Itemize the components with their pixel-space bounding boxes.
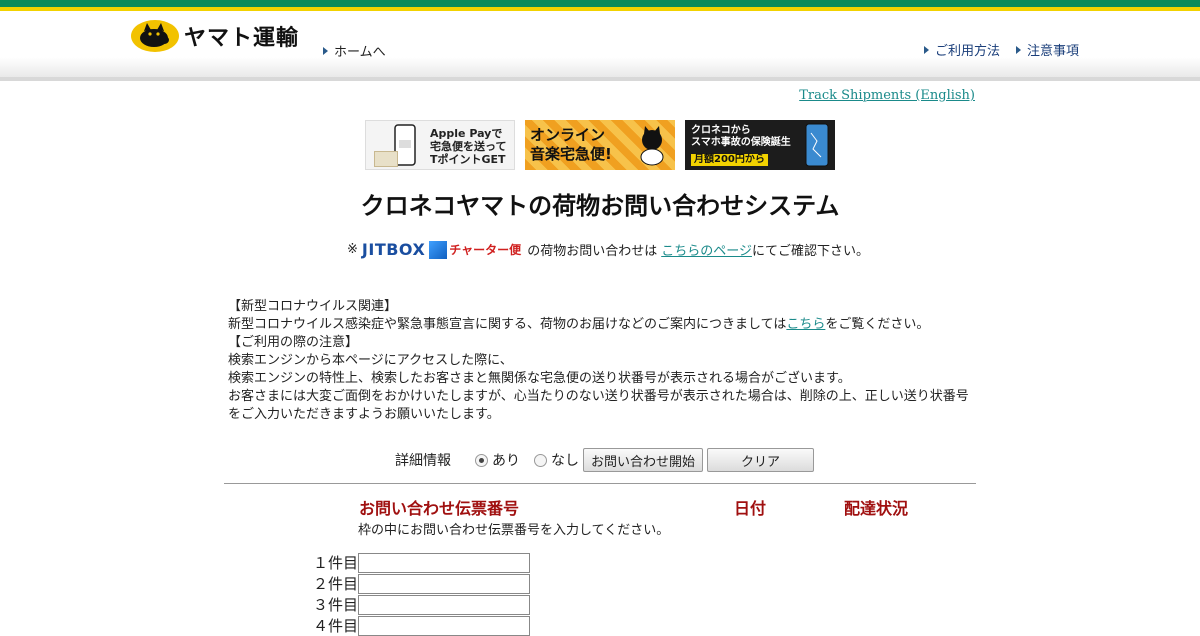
tracking-number-input-4[interactable] <box>358 615 530 636</box>
covid-text-before: 新型コロナウイルス感染症や緊急事態宣言に関する、荷物のお届けなどのご案内につきま… <box>228 317 787 332</box>
tracking-row: ３件目 <box>310 594 530 615</box>
banner-smartphone-insurance[interactable]: クロネコから スマホ事故の保険誕生 月額200円から <box>685 120 835 170</box>
clear-button[interactable]: クリア <box>707 448 814 472</box>
caution-text: お客さまには大変ご面倒をおかけいたしますが、心当たりのない送り状番号が表示された… <box>228 389 969 404</box>
home-link-label: ホームへ <box>334 45 386 60</box>
row-label: ２件目 <box>312 575 358 593</box>
banner-text: TポイントGET <box>430 153 506 166</box>
tracking-number-input-3[interactable] <box>358 594 530 615</box>
banner-price-badge: 月額200円から <box>691 154 768 166</box>
jitbox-page-link[interactable]: こちらのページ <box>661 240 752 259</box>
tracking-row: ４件目 <box>310 615 530 636</box>
detail-info-label: 詳細情報 <box>395 453 451 469</box>
page-title: クロネコヤマトの荷物お問い合わせシステム <box>360 192 840 220</box>
caution-text: 検索エンジンから本ページにアクセスした際に、 <box>228 353 513 368</box>
banner-text: 音楽宅急便! <box>530 145 612 163</box>
start-query-button[interactable]: お問い合わせ開始 <box>583 448 703 472</box>
detail-yes-radio[interactable] <box>475 453 488 467</box>
caution-text: 検索エンジンの特性上、検索したお客さまと無関係な宅急便の送り状番号が表示される場… <box>228 371 851 386</box>
row-label: ３件目 <box>312 596 358 614</box>
black-cat-logo-icon <box>131 20 179 52</box>
tracking-row: １件目 <box>310 552 530 573</box>
row-label: ４件目 <box>312 617 358 635</box>
header-divider <box>0 77 1200 81</box>
banner-apple-pay[interactable]: Apple Payで 宅急便を送って TポイントGET <box>365 120 515 170</box>
banner-text: スマホ事故の保険誕生 <box>691 137 791 148</box>
covid-text-after: をご覧ください。 <box>825 317 930 332</box>
banner-text: オンライン <box>530 126 606 144</box>
detail-no-label: なし <box>551 453 579 469</box>
caution-text: をご入力いただきますようお願いいたします。 <box>228 407 500 422</box>
arrow-right-icon <box>1016 45 1021 54</box>
notes-link[interactable]: 注意事項 <box>1016 40 1079 59</box>
cracked-phone-icon <box>805 123 829 167</box>
caution-heading: 【ご利用の際の注意】 <box>228 335 359 350</box>
covid-info-link[interactable]: こちら <box>786 317 825 332</box>
banner-text: Apple Payで <box>430 127 503 140</box>
covid-heading: 【新型コロナウイルス関連】 <box>228 299 398 314</box>
covid-text: 新型コロナウイルス感染症や緊急事態宣言に関する、荷物のお届けなどのご案内につきま… <box>228 316 988 334</box>
column-header-date: 日付 <box>734 499 767 518</box>
detail-no-radio[interactable] <box>534 453 547 467</box>
logo-text: ヤマト運輸 <box>184 26 300 51</box>
banner-online-music[interactable]: オンライン 音楽宅急便! <box>525 120 675 170</box>
note-mark: ※ <box>347 242 358 257</box>
tracking-number-input-1[interactable] <box>358 552 530 573</box>
track-shipments-english-link[interactable]: Track Shipments (English) <box>799 88 975 103</box>
home-link[interactable]: ホームへ <box>323 41 386 60</box>
jitbox-cube-icon <box>429 240 448 259</box>
jitbox-text: の荷物お問い合わせは <box>527 244 658 259</box>
banner-text: 宅急便を送って <box>430 140 507 153</box>
notice-block: 【新型コロナウイルス関連】 新型コロナウイルス感染症や緊急事態宣言に関する、荷物… <box>228 298 988 424</box>
jitbox-logo: JITBOX <box>361 240 426 259</box>
section-divider <box>224 483 976 484</box>
top-green-stripe <box>0 0 1200 7</box>
input-hint: 枠の中にお問い合わせ伝票番号を入力してください。 <box>358 523 670 538</box>
column-header-status: 配達状況 <box>844 499 909 518</box>
tracking-row: ２件目 <box>310 573 530 594</box>
cat-mascot-icon <box>640 126 664 166</box>
yamato-logo[interactable]: ヤマト運輸 <box>130 19 299 53</box>
detail-yes-label: あり <box>492 453 520 469</box>
query-controls: 詳細情報 あり なし お問い合わせ開始 クリア <box>395 448 814 472</box>
usage-link-label: ご利用方法 <box>935 44 1001 59</box>
box-icon <box>374 151 398 167</box>
usage-link[interactable]: ご利用方法 <box>924 40 1000 59</box>
arrow-right-icon <box>924 45 929 54</box>
banner-text: クロネコから <box>691 125 751 136</box>
tracking-number-input-2[interactable] <box>358 573 530 594</box>
jitbox-notice: ※ JITBOX チャーター便 の荷物お問い合わせは こちらのページ にてご確認… <box>347 240 869 259</box>
jitbox-charter-label: チャーター便 <box>449 243 522 257</box>
jitbox-text: にてご確認下さい。 <box>751 244 869 259</box>
row-label: １件目 <box>312 554 358 572</box>
column-header-number: お問い合わせ伝票番号 <box>359 499 520 518</box>
arrow-right-icon <box>323 46 328 55</box>
notes-link-label: 注意事項 <box>1027 44 1080 59</box>
